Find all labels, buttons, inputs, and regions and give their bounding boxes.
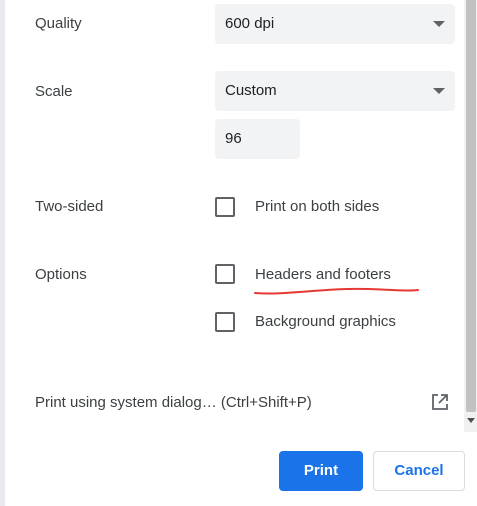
print-button[interactable]: Print xyxy=(279,451,363,491)
quality-select[interactable]: 600 dpi xyxy=(215,4,455,44)
scale-select[interactable]: Custom xyxy=(215,71,455,111)
scrollbar-thumb[interactable] xyxy=(466,0,476,412)
scale-label: Scale xyxy=(35,83,73,100)
open-in-new-icon[interactable] xyxy=(431,393,449,411)
options-label: Options xyxy=(35,266,87,283)
chevron-down-icon xyxy=(433,88,445,94)
two-sided-label: Two-sided xyxy=(35,198,104,215)
chevron-down-icon xyxy=(433,21,445,27)
headers-footers-label[interactable]: Headers and footers xyxy=(255,265,391,285)
two-sided-checkbox[interactable] xyxy=(215,197,235,217)
scale-custom-input[interactable]: 96 xyxy=(215,119,300,159)
scroll-down-arrow-icon[interactable] xyxy=(467,418,475,423)
scale-value: Custom xyxy=(225,82,277,99)
dialog-left-edge xyxy=(0,0,5,506)
background-graphics-checkbox[interactable] xyxy=(215,312,235,332)
quality-value: 600 dpi xyxy=(225,15,275,32)
quality-label: Quality xyxy=(35,15,82,32)
system-dialog-link[interactable]: Print using system dialog… (Ctrl+Shift+P… xyxy=(35,393,312,413)
cancel-button[interactable]: Cancel xyxy=(373,451,465,491)
red-underline-annotation xyxy=(254,287,419,295)
two-sided-option-label[interactable]: Print on both sides xyxy=(255,197,379,217)
background-graphics-label[interactable]: Background graphics xyxy=(255,312,396,332)
headers-footers-checkbox[interactable] xyxy=(215,264,235,284)
